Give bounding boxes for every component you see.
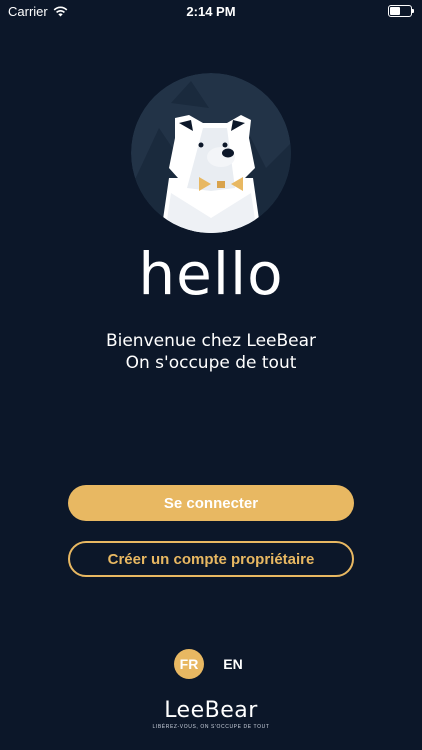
hello-title: hello — [138, 240, 284, 308]
battery-level — [390, 7, 400, 15]
language-switcher: FR EN — [0, 649, 422, 679]
bear-mascot-icon — [131, 73, 291, 233]
status-time: 2:14 PM — [186, 4, 236, 19]
lang-option-en[interactable]: EN — [218, 649, 248, 679]
brand-logo: LeeBear — [164, 698, 258, 723]
brand-tagline: LIBÉREZ-VOUS, ON S'OCCUPE DE TOUT — [152, 724, 270, 730]
welcome-line-2: On s'occupe de tout — [125, 353, 297, 373]
lang-option-fr[interactable]: FR — [174, 649, 204, 679]
status-bar: Carrier 2:14 PM — [0, 0, 422, 22]
battery-icon — [388, 5, 414, 17]
welcome-text: Bienvenue chez LeeBear On s'occupe de to… — [0, 330, 422, 374]
bear-avatar — [131, 73, 291, 233]
login-button[interactable]: Se connecter — [68, 485, 354, 521]
brand-footer: LeeBear LIBÉREZ-VOUS, ON S'OCCUPE DE TOU… — [0, 698, 422, 730]
welcome-line-1: Bienvenue chez LeeBear — [105, 331, 317, 351]
create-owner-account-button[interactable]: Créer un compte propriétaire — [68, 541, 354, 577]
